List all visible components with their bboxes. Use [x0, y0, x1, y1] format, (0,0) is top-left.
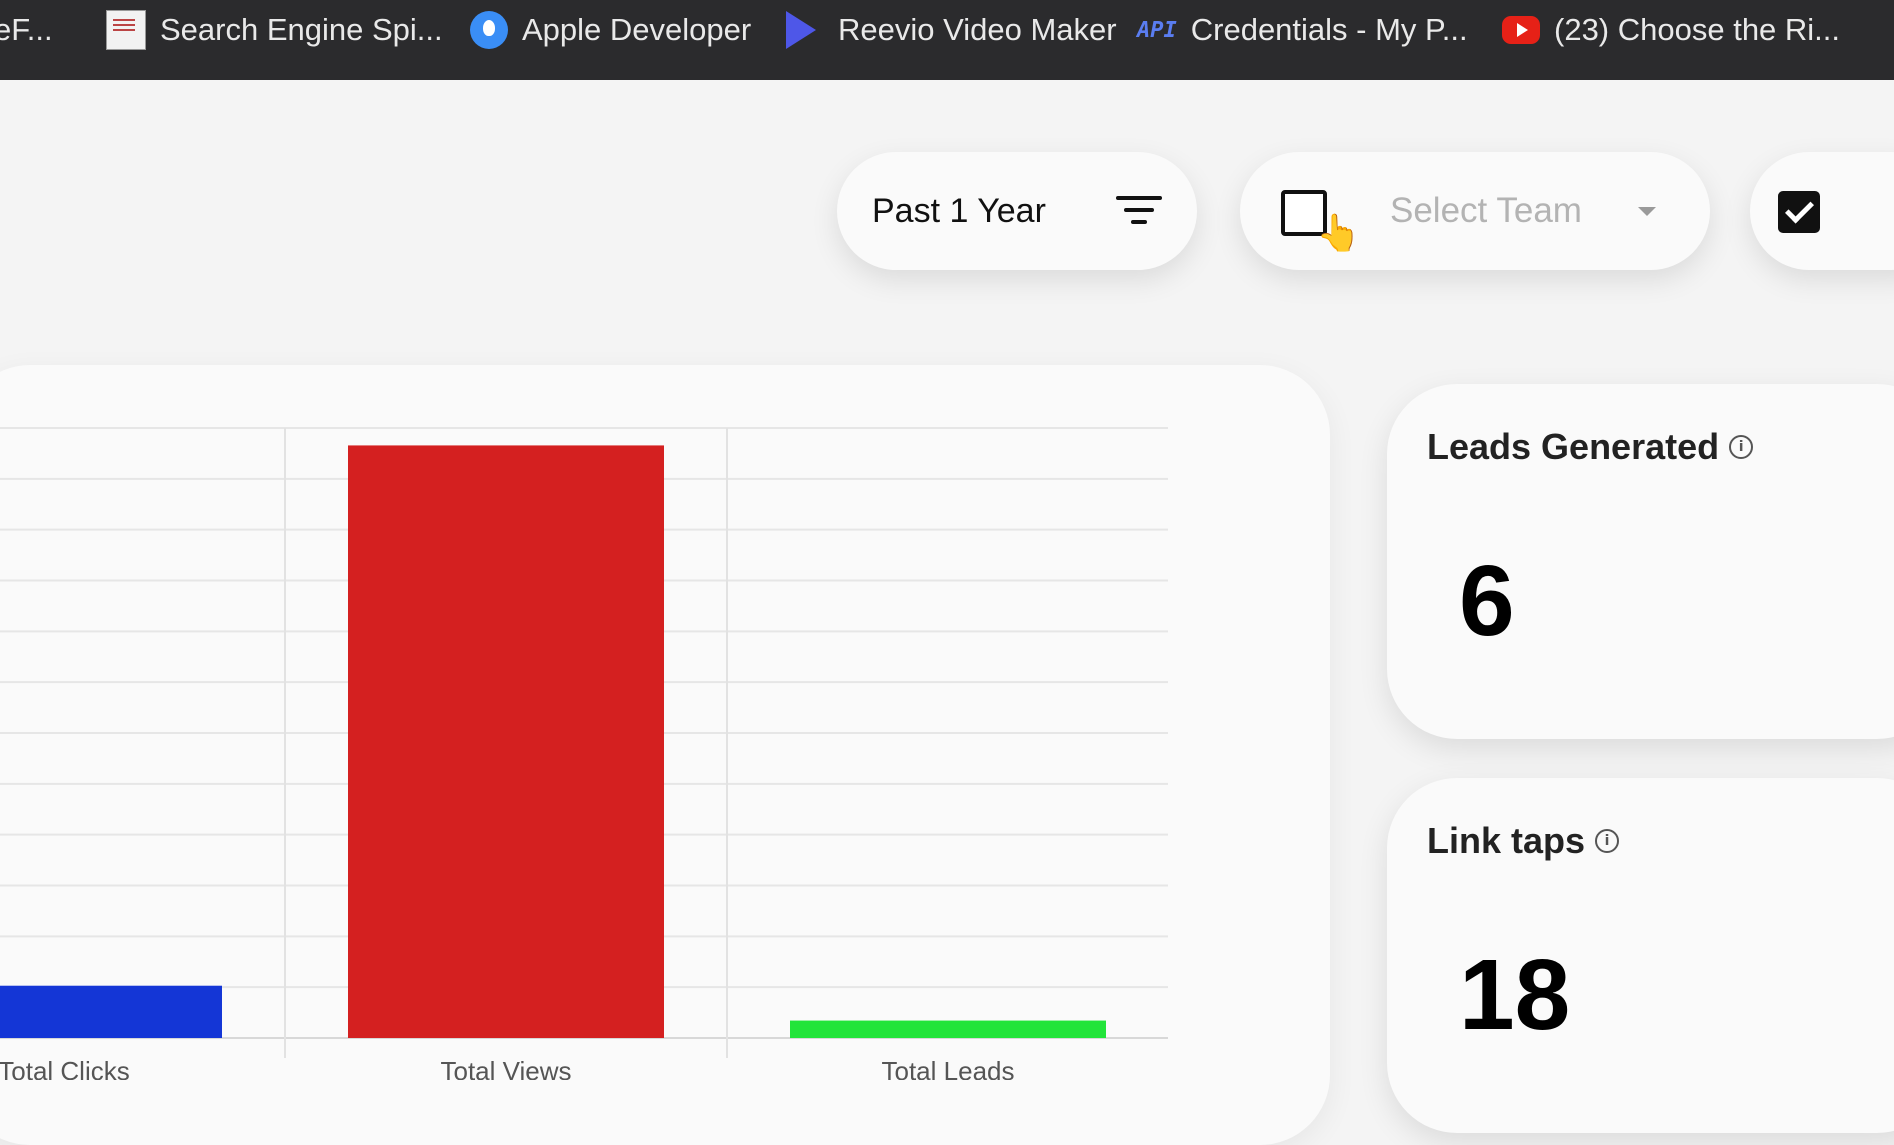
leads-generated-label: Leads Generated [1427, 426, 1720, 467]
leads-generated-card: Leads Generated i 6 [1387, 384, 1894, 739]
chart-bar [0, 985, 222, 1038]
link-taps-title: Link taps i [1427, 820, 1620, 862]
chart-category-label: Total Views [440, 1056, 571, 1080]
chart-bar [790, 1020, 1106, 1038]
leads-generated-title: Leads Generated i [1427, 426, 1754, 468]
leads-generated-value: 6 [1459, 545, 1515, 657]
chart-category-label: Total Leads [882, 1056, 1015, 1080]
link-taps-value: 18 [1459, 939, 1571, 1051]
link-taps-label: Link taps [1427, 820, 1586, 861]
chart-category-label: Total Clicks [0, 1056, 130, 1080]
chart-bar [348, 445, 664, 1038]
info-icon[interactable]: i [1729, 435, 1754, 459]
info-icon[interactable]: i [1595, 829, 1620, 853]
